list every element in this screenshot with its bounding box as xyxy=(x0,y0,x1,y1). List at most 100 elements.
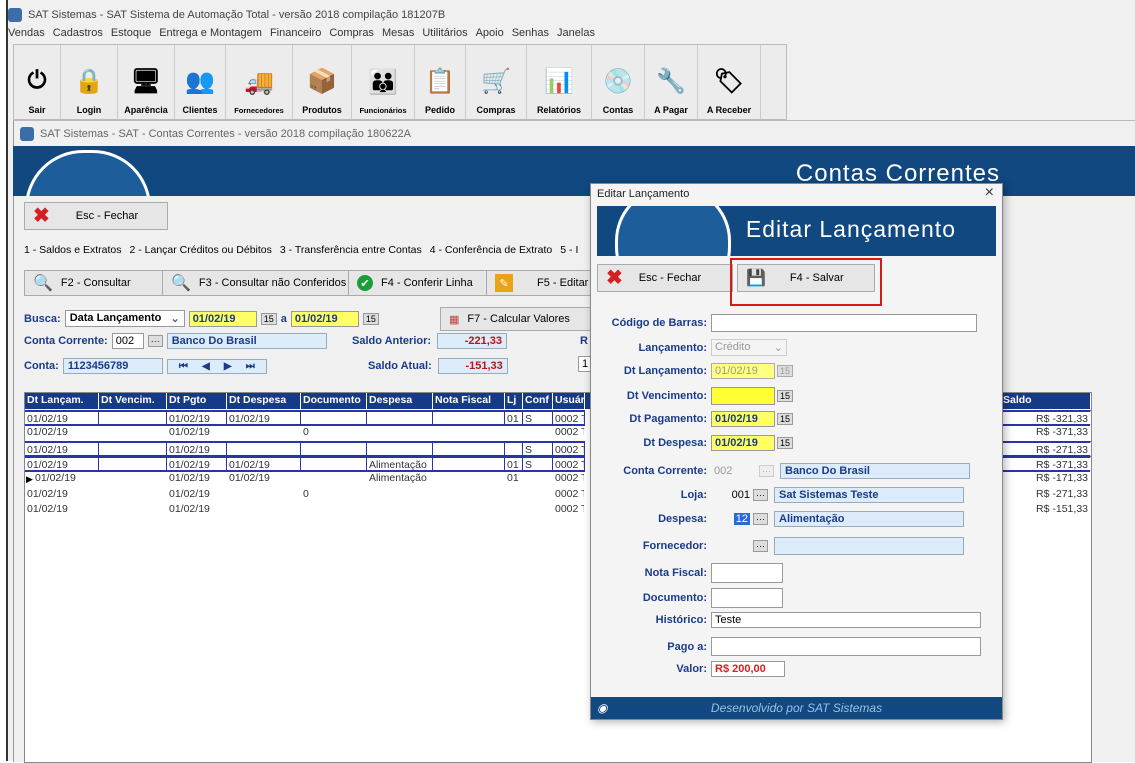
toolbar-contas-button[interactable]: 💿 Contas xyxy=(592,45,645,119)
consultar-nao-conferidos-button[interactable]: 🔍 F3 - Consultar não Conferidos xyxy=(162,270,358,296)
calendar-icon[interactable]: 15 xyxy=(777,437,794,449)
busca-to-date[interactable]: 01/02/19 xyxy=(290,310,359,327)
esc-fechar-button[interactable]: ✖ Esc - Fechar xyxy=(24,202,168,230)
next-icon[interactable]: ▶ xyxy=(224,361,232,372)
busca-field-select[interactable]: Data Lançamento ⌄ xyxy=(64,310,185,327)
grid-column-header[interactable]: Usuári xyxy=(553,393,585,409)
tab-transferencia[interactable]: 3 - Transferência entre Contas xyxy=(280,242,422,258)
toolbar-sair-button[interactable]: ⏻ Sair xyxy=(14,45,61,119)
lookup-button[interactable]: ··· xyxy=(753,540,768,552)
menu-janelas[interactable]: Janelas xyxy=(557,27,595,43)
dt-pagamento-input[interactable]: 01/02/19 xyxy=(711,411,775,427)
tab-lancar[interactable]: 2 - Lançar Créditos ou Débitos xyxy=(129,242,271,258)
lancamento-select[interactable]: Crédito ⌄ xyxy=(711,339,787,356)
grid-column-header[interactable]: Dt Despesa xyxy=(227,393,301,409)
calendar-icon[interactable]: 15 xyxy=(260,312,277,325)
menu-entrega[interactable]: Entrega e Montagem xyxy=(159,27,262,43)
toolbar-label: Contas xyxy=(602,105,634,115)
grid-column-header[interactable]: Documento xyxy=(301,393,367,409)
calcular-valores-button[interactable]: ▦ F7 - Calcular Valores xyxy=(440,307,598,331)
toolbar-label: Relatórios xyxy=(536,105,581,115)
grid-column-header[interactable]: Dt Vencim. xyxy=(99,393,167,409)
documento-input[interactable] xyxy=(711,588,783,608)
conta-corrente-dlg-code[interactable]: 002 xyxy=(711,464,759,478)
table-cell xyxy=(301,502,367,518)
historico-label: Histórico: xyxy=(655,614,707,626)
dt-despesa-row: Dt Despesa: 01/02/19 15 xyxy=(597,435,794,451)
despesa-row: Despesa: 12 ··· Alimentação xyxy=(597,511,964,527)
conta-corrente-label: Conta Corrente: xyxy=(24,335,108,347)
codigo-barras-input[interactable] xyxy=(711,314,977,332)
table-cell: Alimentação xyxy=(369,472,427,485)
grid-column-header[interactable]: Despesa xyxy=(367,393,433,409)
grid-column-header[interactable]: Nota Fiscal xyxy=(433,393,505,409)
menu-cadastros[interactable]: Cadastros xyxy=(53,27,103,43)
loja-code[interactable]: 001 xyxy=(711,488,753,502)
table-cell xyxy=(433,487,505,503)
prev-icon[interactable]: ◀ xyxy=(202,361,210,372)
valor-input[interactable]: R$ 200,00 xyxy=(711,661,785,677)
historico-input[interactable]: Teste xyxy=(711,612,981,628)
calendar-icon[interactable]: 15 xyxy=(777,365,794,377)
grid-column-header-saldo[interactable]: Saldo xyxy=(1001,393,1091,409)
dt-lancamento-input[interactable]: 01/02/19 xyxy=(711,363,775,379)
conferir-linha-button[interactable]: ✔ F4 - Conferir Linha xyxy=(348,270,496,296)
consultar-button[interactable]: 🔍 F2 - Consultar xyxy=(24,270,174,296)
tab-saldos-extratos[interactable]: 1 - Saldos e Extratos xyxy=(24,242,121,258)
menu-mesas[interactable]: Mesas xyxy=(382,27,414,43)
toolbar-login-button[interactable]: 🔒 Login xyxy=(61,45,118,119)
calendar-icon[interactable]: 15 xyxy=(777,390,794,402)
table-cell: 0 xyxy=(303,426,309,439)
lookup-button[interactable]: ··· xyxy=(759,465,774,477)
menu-apoio[interactable]: Apoio xyxy=(476,27,504,43)
toolbar-pedido-button[interactable]: 📋 Pedido xyxy=(415,45,466,119)
toolbar-relatorios-button[interactable]: 📊 Relatórios xyxy=(527,45,592,119)
conta-corrente-code[interactable]: 002 xyxy=(111,333,144,349)
calendar-icon[interactable]: 15 xyxy=(362,312,379,325)
grid-column-header[interactable]: Conf xyxy=(523,393,553,409)
table-cell: 01/02/19 xyxy=(229,472,270,485)
toolbar-produtos-button[interactable]: 📦 Produtos xyxy=(293,45,352,119)
menu-utilitarios[interactable]: Utilitários xyxy=(422,27,467,43)
tab-conferencia[interactable]: 4 - Conferência de Extrato xyxy=(430,242,553,258)
dt-despesa-input[interactable]: 01/02/19 xyxy=(711,435,775,451)
busca-from-date[interactable]: 01/02/19 xyxy=(188,310,257,327)
tab-5[interactable]: 5 - I xyxy=(560,242,578,258)
grid-column-header[interactable]: Dt Lançam. xyxy=(25,393,99,409)
last-icon[interactable]: ⏭ xyxy=(246,361,255,372)
dialog-esc-fechar-button[interactable]: ✖ Esc - Fechar xyxy=(597,264,733,292)
lookup-button[interactable]: ··· xyxy=(147,335,163,347)
table-cell-saldo: R$ -271,33 xyxy=(1001,486,1091,503)
close-icon[interactable]: × xyxy=(985,184,994,202)
table-cell: 01/02/19 xyxy=(27,426,68,439)
menu-senhas[interactable]: Senhas xyxy=(512,27,549,43)
table-cell: 0002 Te xyxy=(553,455,585,472)
grid-column-header[interactable]: Dt Pgto xyxy=(167,393,227,409)
menu-estoque[interactable]: Estoque xyxy=(111,27,151,43)
toolbar-aparencia-button[interactable]: 🖥 Aparência xyxy=(118,45,175,119)
dt-vencimento-input[interactable] xyxy=(711,387,775,405)
first-icon[interactable]: ⏮ xyxy=(179,361,188,372)
codigo-barras-label: Código de Barras: xyxy=(611,317,707,329)
toolbar-clientes-button[interactable]: 👥 Clientes xyxy=(175,45,226,119)
calendar-icon[interactable]: 15 xyxy=(777,413,794,425)
lookup-button[interactable]: ··· xyxy=(753,513,768,525)
table-cell: 01/02/19 xyxy=(25,455,99,472)
toolbar-compras-button[interactable]: 🛒 Compras xyxy=(466,45,527,119)
grid-column-header[interactable]: Lj xyxy=(505,393,523,409)
toolbar-apagar-button[interactable]: 🔧 A Pagar xyxy=(645,45,698,119)
fornecedor-code[interactable] xyxy=(717,538,753,554)
editar-button[interactable]: ✎ F5 - Editar xyxy=(486,270,604,296)
toolbar-areceber-button[interactable]: 🏷 A Receber xyxy=(698,45,761,119)
loja-label: Loja: xyxy=(680,489,707,501)
toolbar-fornecedores-button[interactable]: 🚚 Fornecedores xyxy=(226,45,293,119)
nota-fiscal-input[interactable] xyxy=(711,563,783,583)
menu-vendas[interactable]: Vendas xyxy=(8,27,45,43)
toolbar-funcionarios-button[interactable]: 👪 Funcionários xyxy=(352,45,415,119)
table-cell: Alimentação xyxy=(367,455,433,472)
menu-financeiro[interactable]: Financeiro xyxy=(270,27,321,43)
menu-compras[interactable]: Compras xyxy=(329,27,374,43)
despesa-code[interactable]: 12 xyxy=(733,513,750,525)
pago-a-input[interactable] xyxy=(711,637,981,656)
lookup-button[interactable]: ··· xyxy=(753,489,768,501)
